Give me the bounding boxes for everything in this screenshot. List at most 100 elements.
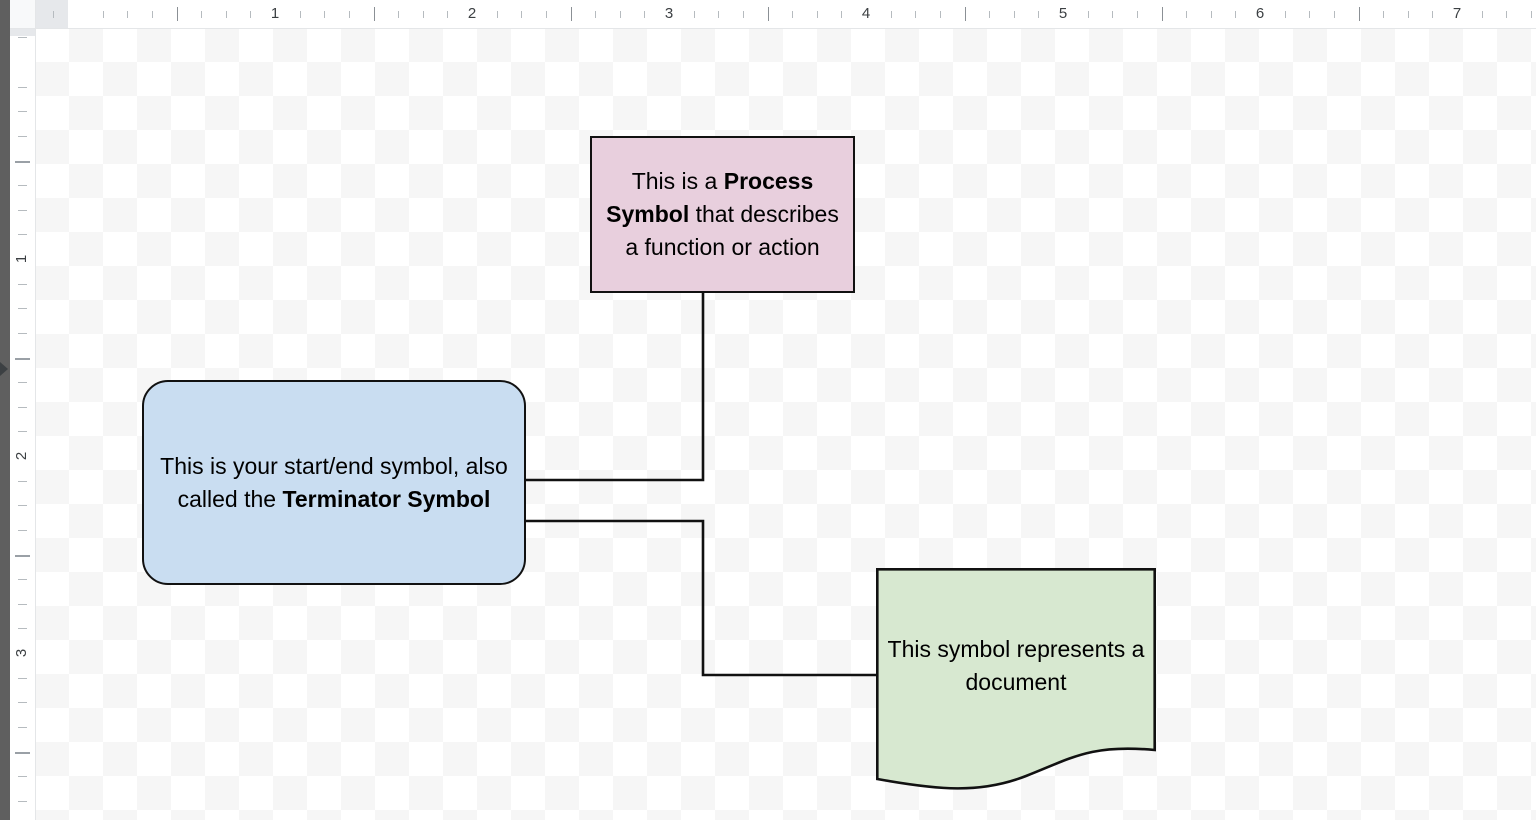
horizontal-ruler-tick	[348, 11, 350, 18]
horizontal-ruler-tick	[151, 11, 153, 18]
horizontal-ruler-tick	[644, 11, 646, 18]
document-text-run-1: This symbol represents a document	[887, 636, 1145, 695]
horizontal-ruler-tick	[1333, 11, 1335, 18]
horizontal-ruler-tick	[890, 11, 892, 18]
vertical-ruler-tick	[18, 628, 27, 630]
horizontal-ruler-tick	[496, 11, 498, 18]
horizontal-ruler-tick	[1136, 11, 1138, 18]
vertical-ruler-tick	[18, 234, 27, 236]
horizontal-ruler-margin-zone	[35, 0, 68, 28]
horizontal-ruler-tick	[1087, 11, 1089, 18]
horizontal-ruler-tick	[792, 11, 794, 18]
process-symbol-label: This is a Process Symbol that describes …	[592, 165, 853, 264]
horizontal-ruler-tick	[1038, 11, 1040, 18]
horizontal-ruler-tick	[201, 11, 203, 18]
vertical-ruler-label-1: 1	[13, 254, 30, 264]
horizontal-ruler-tick	[1506, 11, 1508, 18]
vertical-ruler-tick	[18, 111, 27, 113]
horizontal-ruler[interactable]: 1 2 3 4 5 6 7	[35, 0, 1536, 29]
vertical-ruler-margin-zone	[10, 28, 35, 36]
horizontal-ruler-tick	[1481, 11, 1483, 18]
horizontal-ruler-tick	[1284, 11, 1286, 18]
horizontal-ruler-tick	[742, 11, 744, 18]
horizontal-ruler-tick	[964, 7, 966, 21]
vertical-ruler-tick	[18, 86, 27, 88]
horizontal-ruler-tick	[1186, 11, 1188, 18]
horizontal-ruler-tick	[570, 7, 572, 21]
horizontal-ruler-tick	[447, 11, 449, 18]
terminator-text-run-2: Terminator Symbol	[282, 485, 491, 512]
horizontal-ruler-tick	[1309, 11, 1311, 18]
vertical-ruler-tick	[18, 283, 27, 285]
vertical-ruler-tick	[18, 529, 27, 531]
horizontal-ruler-tick	[767, 7, 769, 21]
horizontal-ruler-label-1: 1	[270, 5, 280, 22]
horizontal-ruler-label-5: 5	[1058, 5, 1068, 22]
vertical-ruler-tick	[15, 554, 30, 557]
horizontal-ruler-tick	[693, 11, 695, 18]
vertical-ruler-tick	[15, 160, 30, 163]
horizontal-ruler-tick	[619, 11, 621, 18]
horizontal-ruler-tick	[1013, 11, 1015, 18]
vertical-ruler-tick	[18, 209, 27, 211]
horizontal-ruler-tick	[1358, 7, 1360, 21]
vertical-ruler-tick	[18, 185, 27, 187]
horizontal-ruler-tick	[299, 11, 301, 18]
horizontal-ruler-tick	[545, 11, 547, 18]
vertical-ruler-tick	[18, 382, 27, 384]
left-gutter-strip	[0, 0, 10, 820]
horizontal-ruler-tick	[1235, 11, 1237, 18]
horizontal-ruler-tick	[939, 11, 941, 18]
horizontal-ruler-label-4: 4	[861, 5, 871, 22]
process-symbol[interactable]: This is a Process Symbol that describes …	[590, 136, 855, 293]
horizontal-ruler-tick	[718, 11, 720, 18]
vertical-ruler-tick	[18, 308, 27, 310]
horizontal-ruler-tick	[1407, 11, 1409, 18]
vertical-ruler-label-2: 2	[13, 451, 30, 461]
horizontal-ruler-label-7: 7	[1452, 5, 1462, 22]
horizontal-ruler-tick	[1112, 11, 1114, 18]
horizontal-ruler-tick	[225, 11, 227, 18]
vertical-ruler-tick	[18, 37, 27, 39]
vertical-ruler-tick	[18, 800, 27, 802]
horizontal-ruler-tick	[373, 7, 375, 21]
horizontal-ruler-tick	[250, 11, 252, 18]
terminator-symbol[interactable]: This is your start/end symbol, also call…	[142, 380, 526, 585]
vertical-ruler-tick	[15, 751, 30, 754]
horizontal-ruler-tick	[53, 11, 55, 18]
horizontal-ruler-tick	[398, 11, 400, 18]
vertical-ruler-tick	[18, 579, 27, 581]
ruler-corner-box	[10, 0, 36, 29]
horizontal-ruler-label-3: 3	[664, 5, 674, 22]
vertical-ruler-tick	[18, 677, 27, 679]
horizontal-ruler-label-6: 6	[1255, 5, 1265, 22]
horizontal-ruler-tick	[816, 11, 818, 18]
vertical-ruler[interactable]: 1 2 3	[10, 28, 36, 820]
vertical-margin-handle[interactable]	[0, 362, 8, 376]
horizontal-ruler-tick	[127, 11, 129, 18]
horizontal-ruler-tick	[1530, 11, 1532, 18]
horizontal-ruler-tick	[102, 11, 104, 18]
diagram-editor-canvas-area: This is a Process Symbol that describes …	[0, 0, 1536, 820]
horizontal-ruler-tick	[521, 11, 523, 18]
horizontal-ruler-tick	[176, 7, 178, 21]
vertical-ruler-tick	[18, 332, 27, 334]
horizontal-ruler-tick	[1161, 7, 1163, 21]
vertical-ruler-tick	[18, 480, 27, 482]
vertical-ruler-tick	[18, 726, 27, 728]
horizontal-ruler-tick	[595, 11, 597, 18]
horizontal-ruler-tick	[1383, 11, 1385, 18]
vertical-ruler-tick	[18, 702, 27, 704]
vertical-ruler-tick	[18, 776, 27, 778]
vertical-ruler-tick	[18, 505, 27, 507]
vertical-ruler-tick	[18, 406, 27, 408]
horizontal-ruler-tick	[422, 11, 424, 18]
horizontal-ruler-tick	[1432, 11, 1434, 18]
document-symbol[interactable]: This symbol represents a document	[876, 568, 1156, 796]
horizontal-ruler-tick	[324, 11, 326, 18]
horizontal-ruler-tick	[915, 11, 917, 18]
vertical-ruler-label-3: 3	[13, 648, 30, 658]
horizontal-ruler-tick	[1210, 11, 1212, 18]
terminator-symbol-label: This is your start/end symbol, also call…	[144, 450, 524, 516]
vertical-ruler-tick	[18, 431, 27, 433]
